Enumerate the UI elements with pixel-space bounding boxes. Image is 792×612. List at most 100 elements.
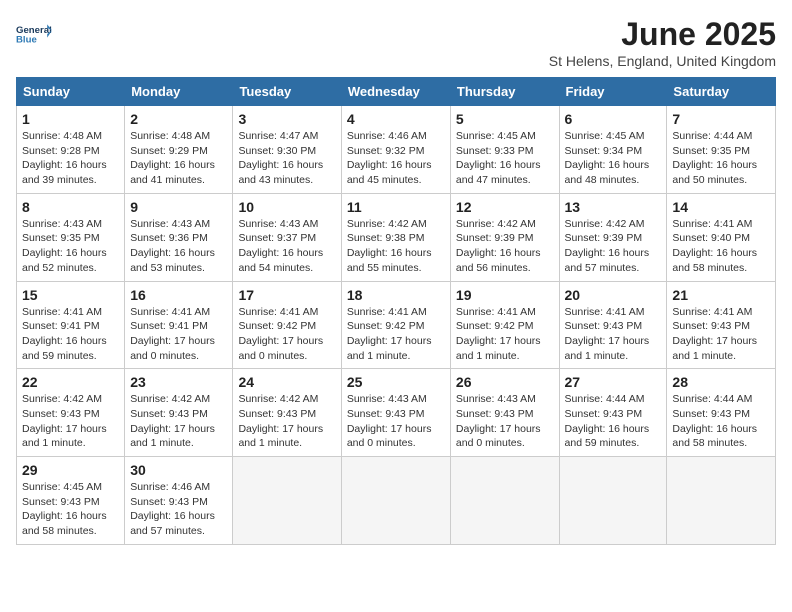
calendar-cell: 9 Sunrise: 4:43 AMSunset: 9:36 PMDaylight… bbox=[125, 193, 233, 281]
day-number: 14 bbox=[672, 199, 770, 215]
calendar-cell: 15Sunrise: 4:41 AMSunset: 9:41 PMDayligh… bbox=[17, 281, 125, 369]
day-info: Sunrise: 4:41 AMSunset: 9:41 PMDaylight:… bbox=[22, 305, 119, 364]
day-number: 24 bbox=[238, 374, 335, 390]
calendar-cell: 23 Sunrise: 4:42 AMSunset: 9:43 PMDayligh… bbox=[125, 369, 233, 457]
day-number: 18 bbox=[347, 287, 445, 303]
calendar-cell: 2 Sunrise: 4:48 AMSunset: 9:29 PMDaylight… bbox=[125, 106, 233, 194]
day-info: Sunrise: 4:43 AMSunset: 9:35 PMDaylight:… bbox=[22, 217, 119, 276]
calendar-cell: 22Sunrise: 4:42 AMSunset: 9:43 PMDayligh… bbox=[17, 369, 125, 457]
day-number: 1 bbox=[22, 111, 119, 127]
weekday-header-monday: Monday bbox=[125, 78, 233, 106]
day-info: Sunrise: 4:41 AMSunset: 9:43 PMDaylight:… bbox=[672, 305, 770, 364]
day-info: Sunrise: 4:42 AMSunset: 9:43 PMDaylight:… bbox=[238, 392, 335, 451]
day-number: 7 bbox=[672, 111, 770, 127]
calendar-cell: 3 Sunrise: 4:47 AMSunset: 9:30 PMDaylight… bbox=[233, 106, 341, 194]
day-number: 6 bbox=[565, 111, 662, 127]
day-number: 2 bbox=[130, 111, 227, 127]
calendar-cell: 8 Sunrise: 4:43 AMSunset: 9:35 PMDaylight… bbox=[17, 193, 125, 281]
location-title: St Helens, England, United Kingdom bbox=[549, 53, 776, 69]
day-number: 4 bbox=[347, 111, 445, 127]
calendar-cell: 21 Sunrise: 4:41 AMSunset: 9:43 PMDayligh… bbox=[667, 281, 776, 369]
calendar-cell: 12 Sunrise: 4:42 AMSunset: 9:39 PMDayligh… bbox=[450, 193, 559, 281]
day-info: Sunrise: 4:43 AMSunset: 9:37 PMDaylight:… bbox=[238, 217, 335, 276]
weekday-header-sunday: Sunday bbox=[17, 78, 125, 106]
day-info: Sunrise: 4:43 AMSunset: 9:43 PMDaylight:… bbox=[456, 392, 554, 451]
week-row-2: 8 Sunrise: 4:43 AMSunset: 9:35 PMDaylight… bbox=[17, 193, 776, 281]
day-number: 3 bbox=[238, 111, 335, 127]
weekday-header-wednesday: Wednesday bbox=[341, 78, 450, 106]
day-info: Sunrise: 4:44 AMSunset: 9:35 PMDaylight:… bbox=[672, 129, 770, 188]
day-info: Sunrise: 4:42 AMSunset: 9:39 PMDaylight:… bbox=[565, 217, 662, 276]
day-number: 28 bbox=[672, 374, 770, 390]
day-info: Sunrise: 4:45 AMSunset: 9:33 PMDaylight:… bbox=[456, 129, 554, 188]
day-number: 22 bbox=[22, 374, 119, 390]
day-info: Sunrise: 4:48 AMSunset: 9:28 PMDaylight:… bbox=[22, 129, 119, 188]
calendar-cell: 29Sunrise: 4:45 AMSunset: 9:43 PMDayligh… bbox=[17, 457, 125, 545]
day-number: 29 bbox=[22, 462, 119, 478]
calendar-table: SundayMondayTuesdayWednesdayThursdayFrid… bbox=[16, 77, 776, 545]
day-info: Sunrise: 4:47 AMSunset: 9:30 PMDaylight:… bbox=[238, 129, 335, 188]
day-number: 30 bbox=[130, 462, 227, 478]
week-row-5: 29Sunrise: 4:45 AMSunset: 9:43 PMDayligh… bbox=[17, 457, 776, 545]
calendar-cell: 16 Sunrise: 4:41 AMSunset: 9:41 PMDayligh… bbox=[125, 281, 233, 369]
weekday-header-thursday: Thursday bbox=[450, 78, 559, 106]
calendar-cell bbox=[450, 457, 559, 545]
calendar-cell: 5 Sunrise: 4:45 AMSunset: 9:33 PMDaylight… bbox=[450, 106, 559, 194]
day-info: Sunrise: 4:44 AMSunset: 9:43 PMDaylight:… bbox=[565, 392, 662, 451]
calendar-cell bbox=[233, 457, 341, 545]
calendar-cell: 1 Sunrise: 4:48 AMSunset: 9:28 PMDaylight… bbox=[17, 106, 125, 194]
day-info: Sunrise: 4:42 AMSunset: 9:43 PMDaylight:… bbox=[130, 392, 227, 451]
week-row-1: 1 Sunrise: 4:48 AMSunset: 9:28 PMDaylight… bbox=[17, 106, 776, 194]
day-info: Sunrise: 4:42 AMSunset: 9:39 PMDaylight:… bbox=[456, 217, 554, 276]
day-number: 5 bbox=[456, 111, 554, 127]
day-info: Sunrise: 4:48 AMSunset: 9:29 PMDaylight:… bbox=[130, 129, 227, 188]
day-info: Sunrise: 4:41 AMSunset: 9:42 PMDaylight:… bbox=[238, 305, 335, 364]
weekday-header-tuesday: Tuesday bbox=[233, 78, 341, 106]
day-info: Sunrise: 4:42 AMSunset: 9:38 PMDaylight:… bbox=[347, 217, 445, 276]
svg-text:Blue: Blue bbox=[16, 34, 37, 45]
day-number: 19 bbox=[456, 287, 554, 303]
week-row-3: 15Sunrise: 4:41 AMSunset: 9:41 PMDayligh… bbox=[17, 281, 776, 369]
day-info: Sunrise: 4:45 AMSunset: 9:34 PMDaylight:… bbox=[565, 129, 662, 188]
weekday-header-row: SundayMondayTuesdayWednesdayThursdayFrid… bbox=[17, 78, 776, 106]
day-info: Sunrise: 4:43 AMSunset: 9:43 PMDaylight:… bbox=[347, 392, 445, 451]
day-number: 11 bbox=[347, 199, 445, 215]
day-number: 17 bbox=[238, 287, 335, 303]
week-row-4: 22 Sunrise: 4:42 AMSunset: 9:43 PMDayligh… bbox=[17, 369, 776, 457]
day-info: Sunrise: 4:46 AMSunset: 9:32 PMDaylight:… bbox=[347, 129, 445, 188]
calendar-cell: 20Sunrise: 4:41 AMSunset: 9:43 PMDayligh… bbox=[559, 281, 667, 369]
calendar-cell: 4 Sunrise: 4:46 AMSunset: 9:32 PMDaylight… bbox=[341, 106, 450, 194]
calendar-cell bbox=[667, 457, 776, 545]
calendar-cell: 19Sunrise: 4:41 AMSunset: 9:42 PMDayligh… bbox=[450, 281, 559, 369]
day-info: Sunrise: 4:41 AMSunset: 9:40 PMDaylight:… bbox=[672, 217, 770, 276]
day-number: 10 bbox=[238, 199, 335, 215]
calendar-cell: 17 Sunrise: 4:41 AMSunset: 9:42 PMDayligh… bbox=[233, 281, 341, 369]
logo-svg: General Blue bbox=[16, 16, 52, 52]
page-header: General Blue June 2025 St Helens, Englan… bbox=[16, 16, 776, 69]
weekday-header-saturday: Saturday bbox=[667, 78, 776, 106]
calendar-cell: 24 Sunrise: 4:42 AMSunset: 9:43 PMDayligh… bbox=[233, 369, 341, 457]
day-number: 21 bbox=[672, 287, 770, 303]
day-number: 9 bbox=[130, 199, 227, 215]
day-info: Sunrise: 4:44 AMSunset: 9:43 PMDaylight:… bbox=[672, 392, 770, 451]
calendar-cell: 26 Sunrise: 4:43 AMSunset: 9:43 PMDayligh… bbox=[450, 369, 559, 457]
calendar-cell: 18 Sunrise: 4:41 AMSunset: 9:42 PMDayligh… bbox=[341, 281, 450, 369]
day-number: 16 bbox=[130, 287, 227, 303]
day-info: Sunrise: 4:41 AMSunset: 9:41 PMDaylight:… bbox=[130, 305, 227, 364]
day-info: Sunrise: 4:46 AMSunset: 9:43 PMDaylight:… bbox=[130, 480, 227, 539]
day-number: 12 bbox=[456, 199, 554, 215]
day-number: 8 bbox=[22, 199, 119, 215]
day-number: 26 bbox=[456, 374, 554, 390]
day-number: 23 bbox=[130, 374, 227, 390]
day-number: 25 bbox=[347, 374, 445, 390]
calendar-cell: 13 Sunrise: 4:42 AMSunset: 9:39 PMDayligh… bbox=[559, 193, 667, 281]
day-number: 27 bbox=[565, 374, 662, 390]
calendar-cell: 10 Sunrise: 4:43 AMSunset: 9:37 PMDayligh… bbox=[233, 193, 341, 281]
calendar-cell: 25 Sunrise: 4:43 AMSunset: 9:43 PMDayligh… bbox=[341, 369, 450, 457]
title-area: June 2025 St Helens, England, United Kin… bbox=[549, 16, 776, 69]
day-info: Sunrise: 4:43 AMSunset: 9:36 PMDaylight:… bbox=[130, 217, 227, 276]
day-info: Sunrise: 4:41 AMSunset: 9:42 PMDaylight:… bbox=[347, 305, 445, 364]
day-number: 13 bbox=[565, 199, 662, 215]
calendar-cell: 14 Sunrise: 4:41 AMSunset: 9:40 PMDayligh… bbox=[667, 193, 776, 281]
month-title: June 2025 bbox=[549, 16, 776, 53]
